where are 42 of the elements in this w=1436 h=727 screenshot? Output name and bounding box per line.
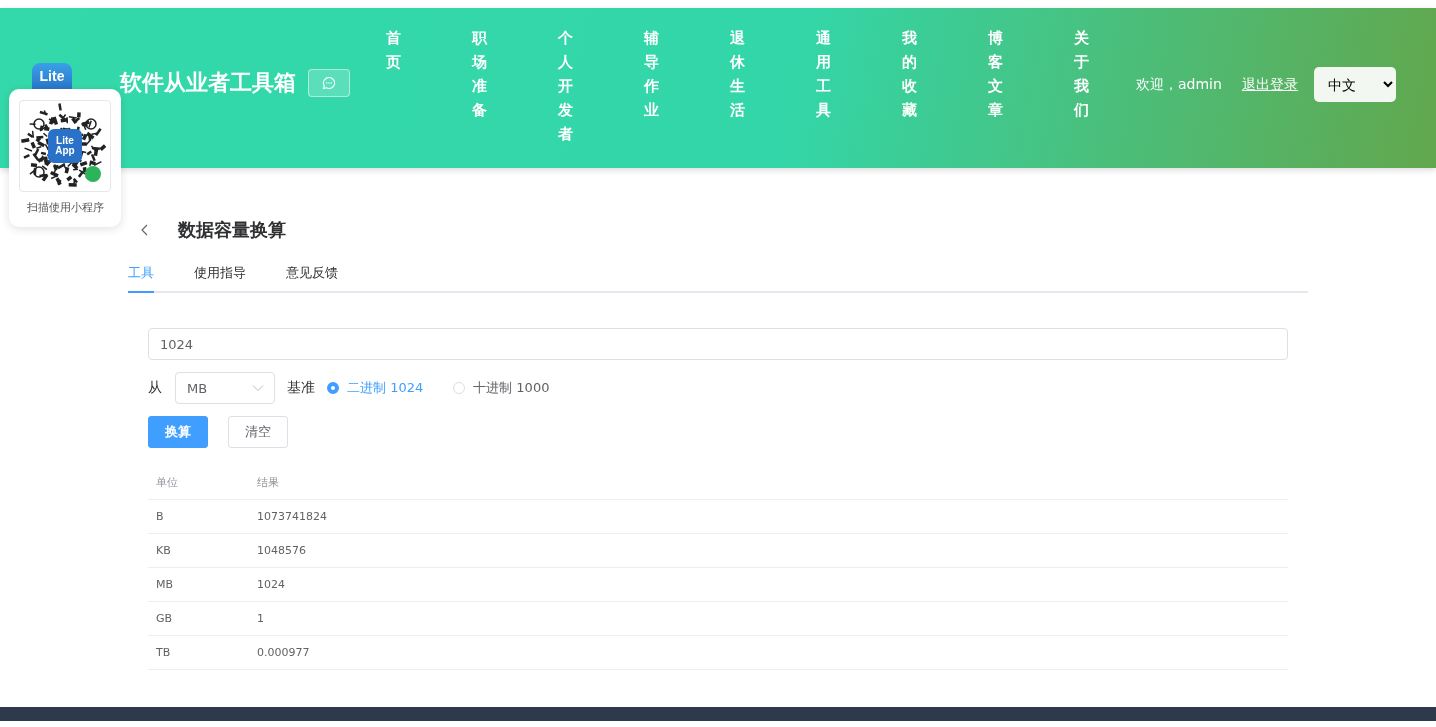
- table-cell: B: [148, 499, 249, 534]
- table-cell: MB: [148, 567, 249, 602]
- table-cell: GB: [148, 601, 249, 636]
- chat-bubble-icon: [322, 76, 336, 90]
- chevron-down-icon: [252, 384, 264, 392]
- table-cell: 1: [249, 601, 1288, 636]
- language-select[interactable]: 中文: [1313, 67, 1396, 102]
- back-icon[interactable]: [140, 224, 150, 236]
- site-title: 软件从业者工具箱: [120, 69, 296, 97]
- column-header: 单位: [148, 465, 249, 500]
- value-input[interactable]: 1024: [148, 328, 1288, 360]
- logout-link[interactable]: 退出登录: [1241, 75, 1298, 94]
- nav-link[interactable]: 辅导作业: [644, 26, 659, 146]
- nav-link[interactable]: 退休生活: [730, 26, 745, 146]
- table-cell: 0.000977: [249, 635, 1288, 670]
- app-logo: Lite App: [54, 134, 76, 158]
- action-button[interactable]: 清空: [228, 416, 288, 448]
- nav-link[interactable]: 我的收藏: [902, 26, 917, 146]
- table-cell: 1048576: [249, 533, 1288, 568]
- page-title: 数据容量换算: [178, 218, 286, 242]
- unit-select[interactable]: MB: [175, 372, 275, 404]
- table-cell: KB: [148, 533, 249, 568]
- table-cell: 1073741824: [249, 499, 1288, 534]
- nav-link[interactable]: 通用工具: [816, 26, 831, 146]
- from-label: 从: [148, 379, 162, 397]
- base-label: 基准: [287, 379, 315, 397]
- qr-caption: 扫描使用小程序: [26, 200, 104, 215]
- table-cell: 1024: [249, 567, 1288, 602]
- welcome-text: 欢迎，admin: [1136, 75, 1222, 94]
- tab[interactable]: 使用指导: [194, 260, 246, 293]
- nav-link[interactable]: 个人开发者: [558, 26, 573, 146]
- action-button[interactable]: 换算: [148, 416, 208, 448]
- nav-link[interactable]: 博客文章: [988, 26, 1003, 146]
- radio-option[interactable]: 十进制 1000: [453, 379, 550, 397]
- nav-link[interactable]: 关于我们: [1074, 26, 1089, 146]
- table-cell: TB: [148, 635, 249, 670]
- radio-option[interactable]: 二进制 1024: [327, 379, 424, 397]
- tab[interactable]: 工具: [128, 260, 154, 293]
- column-header: 结果: [249, 465, 1288, 500]
- nav-link[interactable]: 职场准备: [472, 26, 487, 146]
- nav-link[interactable]: 首页: [386, 26, 401, 146]
- tab[interactable]: 意见反馈: [286, 260, 338, 293]
